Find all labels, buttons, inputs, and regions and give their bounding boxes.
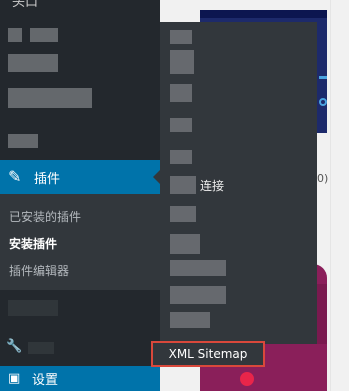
blurred-flyout-item[interactable] [170,260,226,276]
blurred-flyout-item[interactable] [170,150,192,164]
sidebar-item-settings[interactable]: ▣ 设置 [0,366,160,391]
plug-icon: ✎ [8,167,22,186]
sidebar-item-label: 设置 [32,373,59,388]
xml-sitemap-label: XML Sitemap [168,347,248,361]
blurred-flyout-item[interactable] [170,234,200,254]
flyout-item-connect[interactable]: 连接 [200,177,224,194]
plugins-submenu: 已安装的插件 安装插件 插件编辑器 [0,194,160,290]
submenu-installed-plugins[interactable]: 已安装的插件 [9,208,81,225]
blurred-flyout-item [170,176,196,194]
settings-sliders-icon: ▣ [8,370,21,386]
content-divider [330,0,331,391]
content-row-text: 0) [317,172,329,185]
blurred-menu-text [28,342,54,354]
sidebar-item-plugins[interactable]: ✎ 插件 [0,160,160,194]
blurred-flyout-item[interactable] [170,50,194,74]
blurred-menu-text [8,88,92,108]
wrench-icon[interactable]: 🔧 [6,339,22,354]
admin-sidebar: 头口 ✎ 插件 已安装的插件 安装插件 插件编辑器 🔧 ▣ 设置 [0,0,160,391]
submenu-plugin-editor[interactable]: 插件编辑器 [9,262,69,279]
blurred-flyout-item[interactable] [170,118,192,132]
blurred-flyout-item[interactable] [170,206,196,222]
sidebar-item-label: 插件 [34,171,61,187]
blurred-flyout-item[interactable] [170,30,192,44]
blurred-menu-text [8,54,58,72]
submenu-add-plugins[interactable]: 安装插件 [9,235,57,252]
settings-flyout-menu: 连接 [160,22,317,344]
sidebar-item-top[interactable]: 头口 [12,0,38,10]
blurred-flyout-item[interactable] [170,312,210,328]
blurred-flyout-item[interactable] [170,84,192,102]
blurred-flyout-item[interactable] [170,286,226,304]
active-caret [153,170,160,184]
blurred-menu-icon [8,28,22,42]
blurred-menu-text [30,28,58,42]
blurred-menu-text [8,134,38,148]
flyout-item-xml-sitemap[interactable]: XML Sitemap [151,341,265,367]
blurred-menu-text [8,300,58,316]
